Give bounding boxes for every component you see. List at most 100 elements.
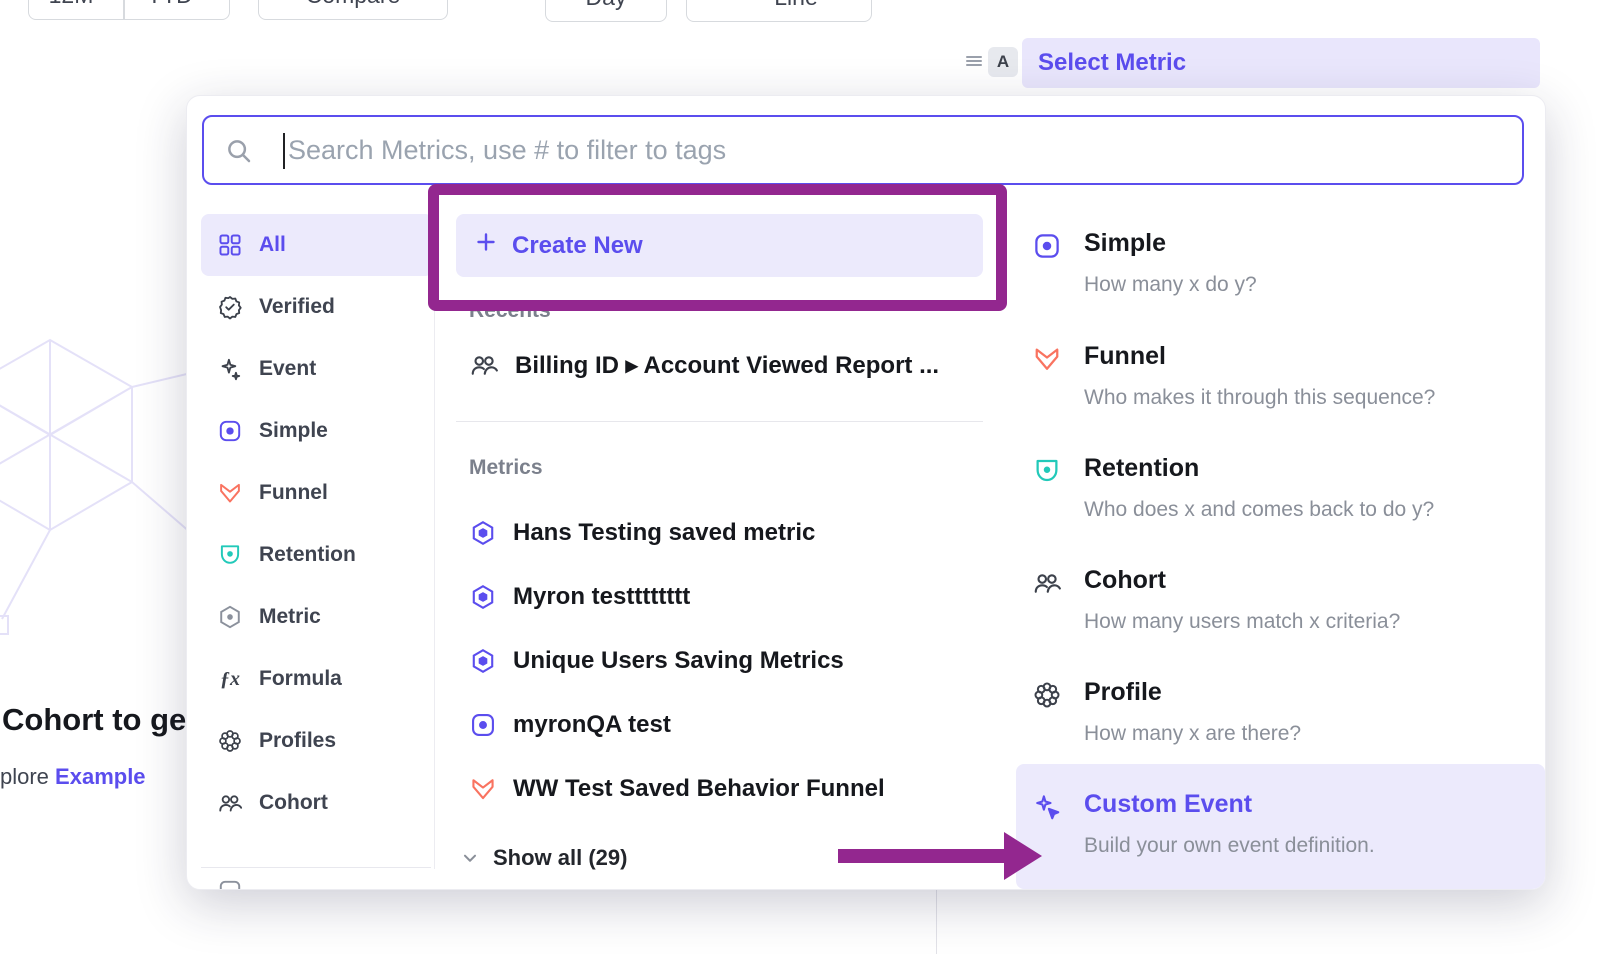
- range-ytd-label: YTD: [147, 0, 193, 9]
- app-canvas: 12M YTD Compare Day Line A Select Metric: [0, 0, 1616, 954]
- section-divider: [456, 421, 983, 422]
- select-metric-label: Select Metric: [1038, 49, 1186, 77]
- saved-metric-item[interactable]: Myron testttttttt: [469, 565, 690, 629]
- segment-divider: [123, 0, 125, 19]
- category-verified[interactable]: Verified: [201, 276, 433, 338]
- type-description: Who does x and comes back to do y?: [1084, 498, 1434, 522]
- verified-badge-icon: [217, 294, 243, 320]
- event-spark-icon: [217, 356, 243, 382]
- category-label: All: [259, 233, 286, 257]
- grid-icon: [217, 232, 243, 258]
- category-partial-icon: [217, 878, 243, 890]
- category-all[interactable]: All: [201, 214, 433, 276]
- category-label: Profiles: [259, 729, 336, 753]
- category-retention[interactable]: Retention: [201, 524, 433, 586]
- category-funnel[interactable]: Funnel: [201, 462, 433, 524]
- simple-metric-icon: [1032, 231, 1062, 261]
- granularity-day-button[interactable]: Day: [545, 0, 667, 22]
- saved-metric-label: Unique Users Saving Metrics: [513, 647, 844, 675]
- category-label: Simple: [259, 419, 328, 443]
- type-description: Build your own event definition.: [1084, 834, 1375, 858]
- show-all-label: Show all (29): [493, 845, 627, 871]
- annotation-arrow-head: [1004, 832, 1042, 880]
- chevron-down-icon: [459, 847, 481, 869]
- saved-metric-label: WW Test Saved Behavior Funnel: [513, 775, 885, 803]
- metric-search-box[interactable]: [202, 115, 1524, 185]
- category-profiles[interactable]: Profiles: [201, 710, 433, 772]
- type-description: How many x are there?: [1084, 722, 1301, 746]
- category-label: Funnel: [259, 481, 328, 505]
- date-range-segmented-control[interactable]: 12M YTD: [28, 0, 230, 20]
- metric-row-badge: A: [988, 47, 1018, 77]
- type-profile[interactable]: Profile How many x are there?: [1016, 676, 1545, 788]
- annotation-highlight-box: [428, 184, 1007, 311]
- retention-metric-icon: [217, 542, 243, 568]
- category-label: Formula: [259, 667, 342, 691]
- saved-metric-item[interactable]: myronQA test: [469, 693, 671, 757]
- chevron-down-icon: [201, 0, 217, 9]
- annotation-arrow: [838, 849, 1006, 863]
- chart-type-line-button[interactable]: Line: [686, 0, 872, 22]
- category-label: Metric: [259, 605, 321, 629]
- example-reports-link[interactable]: Example: [55, 764, 146, 789]
- retention-metric-icon: [1032, 456, 1062, 486]
- range-12m-button[interactable]: 12M: [29, 0, 113, 19]
- type-funnel[interactable]: Funnel Who makes it through this sequenc…: [1016, 340, 1545, 452]
- empty-state-subtext: plore Example: [0, 764, 146, 790]
- saved-metric-label: myronQA test: [513, 711, 671, 739]
- category-cohort[interactable]: Cohort: [201, 772, 433, 834]
- category-metric[interactable]: Metric: [201, 586, 433, 648]
- select-metric-field[interactable]: Select Metric: [1022, 38, 1540, 88]
- recent-item-label: Billing ID ▸ Account Viewed Report ...: [515, 351, 939, 380]
- type-title: Cohort: [1084, 566, 1166, 595]
- type-simple[interactable]: Simple How many x do y?: [1016, 227, 1545, 339]
- saved-metric-label: Myron testttttttt: [513, 583, 690, 611]
- type-description: How many users match x criteria?: [1084, 610, 1400, 634]
- line-chart-icon: [740, 0, 764, 12]
- type-custom-event[interactable]: Custom Event Build your own event defini…: [1016, 788, 1545, 890]
- drag-handle-icon[interactable]: [964, 52, 984, 75]
- show-all-button[interactable]: Show all (29): [459, 840, 627, 876]
- funnel-metric-icon: [1032, 344, 1062, 374]
- type-title: Simple: [1084, 229, 1166, 258]
- compare-label: Compare: [306, 0, 401, 9]
- saved-metric-label: Hans Testing saved metric: [513, 519, 815, 547]
- column-divider: [434, 214, 435, 869]
- simple-metric-icon: [217, 418, 243, 444]
- category-label: Verified: [259, 295, 335, 319]
- category-label: Cohort: [259, 791, 328, 815]
- type-title: Funnel: [1084, 342, 1166, 371]
- type-title: Retention: [1084, 454, 1199, 483]
- saved-metric-item[interactable]: Unique Users Saving Metrics: [469, 629, 844, 693]
- category-event[interactable]: Event: [201, 338, 433, 400]
- hexagon-metric-icon: [469, 647, 497, 675]
- range-ytd-button[interactable]: YTD: [135, 0, 230, 19]
- day-label: Day: [586, 0, 627, 11]
- search-input[interactable]: [204, 117, 1522, 183]
- category-formula[interactable]: ƒx Formula: [201, 648, 433, 710]
- formula-fx-icon: ƒx: [217, 666, 243, 692]
- type-title: Profile: [1084, 678, 1162, 707]
- type-retention[interactable]: Retention Who does x and comes back to d…: [1016, 452, 1545, 564]
- recent-item[interactable]: Billing ID ▸ Account Viewed Report ...: [469, 337, 939, 393]
- explore-text: plore: [0, 764, 55, 789]
- metric-row-letter: A: [997, 52, 1009, 72]
- simple-metric-icon: [469, 711, 497, 739]
- metric-hexagon-icon: [217, 604, 243, 630]
- saved-metric-item[interactable]: Hans Testing saved metric: [469, 501, 815, 565]
- category-label: Event: [259, 357, 316, 381]
- empty-state-headline: Cohort to ge: [2, 702, 186, 738]
- cohort-people-icon: [217, 790, 243, 816]
- cohort-people-icon: [1032, 568, 1062, 598]
- cohort-people-icon: [469, 350, 499, 380]
- type-description: Who makes it through this sequence?: [1084, 386, 1435, 410]
- saved-metric-item[interactable]: WW Test Saved Behavior Funnel: [469, 757, 885, 821]
- category-label: Retention: [259, 543, 356, 567]
- category-simple[interactable]: Simple: [201, 400, 433, 462]
- funnel-metric-icon: [217, 480, 243, 506]
- range-12m-label: 12M: [49, 0, 94, 9]
- type-cohort[interactable]: Cohort How many users match x criteria?: [1016, 564, 1545, 676]
- custom-event-spark-icon: [1032, 792, 1062, 822]
- hexagon-metric-icon: [469, 583, 497, 611]
- compare-button[interactable]: Compare: [258, 0, 448, 20]
